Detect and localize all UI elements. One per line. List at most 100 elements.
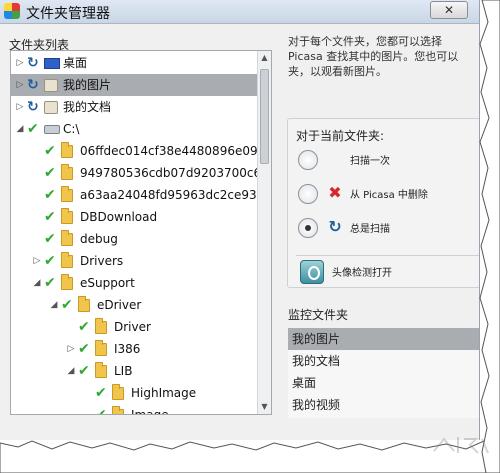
tree-row-label: 06ffdec014cf38e4480896e0969e bbox=[80, 144, 257, 158]
scroll-thumb[interactable] bbox=[260, 69, 269, 164]
collapse-arrow-icon[interactable]: ◢ bbox=[15, 118, 25, 140]
current-folder-title: 对于当前文件夹: bbox=[296, 129, 385, 143]
tree-row[interactable]: ◢ ✔ eDriver bbox=[11, 294, 257, 316]
tree-row[interactable]: ✔ 06ffdec014cf38e4480896e0969e bbox=[11, 140, 257, 162]
always-scan-radio[interactable] bbox=[298, 218, 318, 238]
expand-arrow-icon[interactable]: ▷ bbox=[15, 96, 25, 118]
checkmark-icon[interactable]: ✔ bbox=[27, 118, 41, 140]
description-text: 对于每个文件夹，您都可以选择 Picasa 查找其中的图片。您也可以 夹，以观看… bbox=[288, 34, 478, 79]
expand-arrow-icon[interactable]: ▷ bbox=[66, 338, 76, 360]
close-button[interactable]: ✕ bbox=[430, 1, 468, 19]
option-scan-once[interactable]: 扫描一次 bbox=[296, 147, 479, 173]
checkmark-icon[interactable]: ✔ bbox=[61, 294, 75, 316]
tree-row[interactable]: ▷ ✔ Drivers bbox=[11, 250, 257, 272]
red-x-icon: ✖ bbox=[328, 183, 342, 202]
folder-tree: ▷ ↻ 桌面 ▷ ↻ 我的图片 ▷ ↻ 我的文档 ◢ ✔ C:\ ✔ 06ffdec014cf38e448… bbox=[10, 50, 272, 415]
folder-manager-window: 文件夹管理器 ✕ 文件夹列表 ▷ ↻ 桌面 ▷ ↻ 我的图片 ▷ ↻ 我的文档 ◢ ✔ C:\ ✔ 06f… bbox=[0, 0, 480, 440]
folder-icon bbox=[95, 340, 107, 356]
remove-label: 从 Picasa 中删除 bbox=[350, 190, 428, 201]
watched-folders-title: 监控文件夹 bbox=[288, 308, 349, 322]
folder-icon bbox=[78, 296, 90, 312]
description-line: 对于每个文件夹，您都可以选择 bbox=[288, 35, 442, 48]
tree-row[interactable]: ✔ debug bbox=[11, 228, 257, 250]
checkmark-icon[interactable]: ✔ bbox=[44, 184, 58, 206]
checkmark-icon[interactable]: ✔ bbox=[95, 404, 109, 414]
tree-row[interactable]: ◢ ✔ eSupport bbox=[11, 272, 257, 294]
folder-icon bbox=[61, 186, 73, 202]
expand-arrow-icon[interactable]: ▷ bbox=[15, 74, 25, 96]
tree-row[interactable]: ▷ ↻ 桌面 bbox=[11, 52, 257, 74]
description-line: 夹，以观看新图片。 bbox=[288, 65, 387, 78]
checkmark-icon[interactable]: ✔ bbox=[44, 250, 58, 272]
checkmark-icon[interactable]: ✔ bbox=[95, 382, 109, 404]
expander-spacer bbox=[32, 206, 42, 228]
folder-icon bbox=[95, 362, 107, 378]
expand-arrow-icon[interactable]: ▷ bbox=[32, 250, 42, 272]
tree-row[interactable]: ▷ ✔ I386 bbox=[11, 338, 257, 360]
watched-item[interactable]: 桌面 bbox=[288, 372, 479, 394]
tree-scrollbar[interactable]: ▲ ▼ bbox=[257, 51, 271, 414]
watched-item[interactable]: 我的视频 bbox=[288, 394, 479, 416]
collapse-arrow-icon[interactable]: ◢ bbox=[32, 272, 42, 294]
checkmark-icon[interactable]: ✔ bbox=[78, 316, 92, 338]
face-detection-toggle[interactable]: 头像检测打开 bbox=[296, 255, 479, 285]
torn-paper-edge bbox=[0, 440, 500, 473]
refresh-icon[interactable]: ↻ bbox=[27, 74, 41, 96]
expander-spacer bbox=[32, 140, 42, 162]
face-detection-label: 头像检测打开 bbox=[332, 268, 392, 279]
tree-row[interactable]: ✔ Image bbox=[11, 404, 257, 414]
tree-row[interactable]: ✔ a63aa24048fd95963dc2ce939a bbox=[11, 184, 257, 206]
watched-item[interactable]: 我的文档 bbox=[288, 350, 479, 372]
tree-row-label: 我的图片 bbox=[63, 78, 112, 92]
tree-row[interactable]: ✔ HighImage bbox=[11, 382, 257, 404]
expander-spacer bbox=[32, 228, 42, 250]
window-title: 文件夹管理器 bbox=[26, 6, 110, 22]
folder-icon bbox=[112, 384, 124, 400]
checkmark-icon[interactable]: ✔ bbox=[44, 272, 58, 294]
tree-row[interactable]: ✔ 949780536cdb07d9203700c656 bbox=[11, 162, 257, 184]
refresh-icon[interactable]: ↻ bbox=[27, 52, 41, 74]
folder-tree-rows: ▷ ↻ 桌面 ▷ ↻ 我的图片 ▷ ↻ 我的文档 ◢ ✔ C:\ ✔ 06ffdec014cf38e448… bbox=[11, 51, 257, 414]
remove-radio[interactable] bbox=[298, 184, 318, 204]
tree-row[interactable]: ✔ Driver bbox=[11, 316, 257, 338]
folder-icon bbox=[61, 230, 73, 246]
checkmark-icon[interactable]: ✔ bbox=[78, 360, 92, 382]
tree-row[interactable]: ◢ ✔ C:\ bbox=[11, 118, 257, 140]
expander-spacer bbox=[83, 382, 93, 404]
tree-row-label: Drivers bbox=[80, 254, 124, 268]
scroll-up-arrow-icon[interactable]: ▲ bbox=[258, 51, 271, 65]
tree-row[interactable]: ▷ ↻ 我的文档 bbox=[11, 96, 257, 118]
collapse-arrow-icon[interactable]: ◢ bbox=[66, 360, 76, 382]
pictures-icon bbox=[44, 79, 58, 92]
checkmark-icon[interactable]: ✔ bbox=[44, 162, 58, 184]
refresh-icon: ↻ bbox=[328, 217, 342, 236]
expander-spacer bbox=[32, 162, 42, 184]
always-scan-label: 总是扫描 bbox=[350, 224, 390, 235]
tree-row-label: I386 bbox=[114, 342, 141, 356]
watched-item[interactable]: 我的图片 bbox=[288, 328, 479, 350]
option-remove[interactable]: ✖ 从 Picasa 中删除 bbox=[296, 181, 479, 207]
tree-row[interactable]: ◢ ✔ LIB bbox=[11, 360, 257, 382]
scan-once-radio[interactable] bbox=[298, 150, 318, 170]
option-always-scan[interactable]: ↻ 总是扫描 bbox=[296, 215, 479, 241]
collapse-arrow-icon[interactable]: ◢ bbox=[49, 294, 59, 316]
desktop-icon bbox=[44, 58, 60, 69]
scan-once-label: 扫描一次 bbox=[350, 156, 390, 167]
description-line: Picasa 查找其中的图片。您也可以 bbox=[288, 50, 459, 63]
title-bar: 文件夹管理器 ✕ bbox=[0, 0, 479, 24]
checkmark-icon[interactable]: ✔ bbox=[44, 228, 58, 250]
refresh-icon[interactable]: ↻ bbox=[27, 96, 41, 118]
expand-arrow-icon[interactable]: ▷ bbox=[15, 52, 25, 74]
checkmark-icon[interactable]: ✔ bbox=[44, 140, 58, 162]
folder-icon bbox=[61, 208, 73, 224]
tree-row-label: HighImage bbox=[131, 386, 197, 400]
folder-icon bbox=[61, 164, 73, 180]
checkmark-icon[interactable]: ✔ bbox=[44, 206, 58, 228]
current-folder-options: 对于当前文件夹: 扫描一次 ✖ 从 Picasa 中删除 ↻ 总是扫描 头像检测… bbox=[287, 118, 479, 288]
tree-row[interactable]: ▷ ↻ 我的图片 bbox=[11, 74, 257, 96]
tree-row[interactable]: ✔ DBDownload bbox=[11, 206, 257, 228]
tree-row-label: 我的文档 bbox=[63, 100, 112, 114]
tree-row-label: C:\ bbox=[63, 122, 80, 136]
checkmark-icon[interactable]: ✔ bbox=[78, 338, 92, 360]
scroll-down-arrow-icon[interactable]: ▼ bbox=[258, 400, 271, 414]
